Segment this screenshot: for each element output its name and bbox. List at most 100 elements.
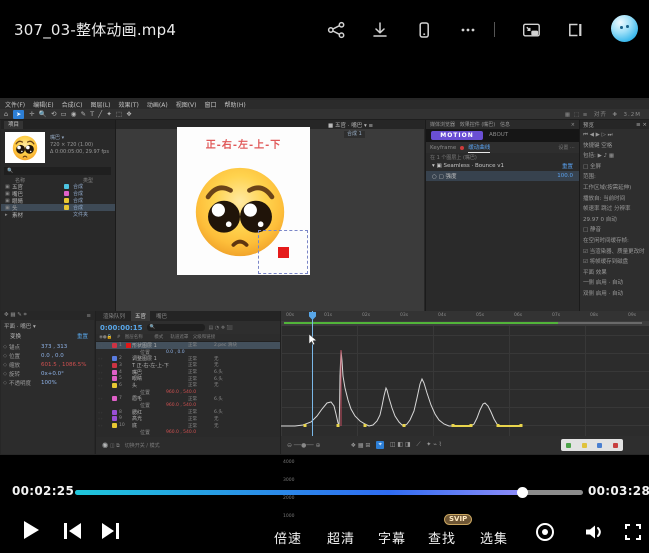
composition-icon: ▣ <box>5 205 12 211</box>
ae-menu-item: 帮助(H) <box>225 100 246 109</box>
timeline-column-headers: ◉●🔒 # 图层名称 模式 轨道遮罩 父级和链接 <box>96 334 281 342</box>
preview-panel-row: ☑ 当渲染器、质量更改时 <box>580 247 649 258</box>
mouse-cursor <box>308 333 318 346</box>
layer-toggles: ◦◦ <box>96 416 112 421</box>
video-title: 307_03-整体动画.mp4 <box>14 19 176 40</box>
home-icon: ⌂ <box>4 110 8 118</box>
preview-panel-row: 平面 效果 <box>580 268 649 279</box>
record-button[interactable] <box>536 523 554 541</box>
project-tab: 项目 <box>4 121 23 129</box>
emoji-thumbnail <box>12 135 38 161</box>
parent-link: 6.头 <box>214 369 248 375</box>
parent-link: 6.头 <box>214 396 248 402</box>
ae-toolbar-right: ▦ ⬚ ≡ 对齐 ✚ 3.2M <box>565 110 641 118</box>
device-icon <box>414 20 434 40</box>
ae-menu-item: 效果(T) <box>119 100 139 109</box>
more-button[interactable] <box>457 19 479 41</box>
share-button[interactable] <box>325 19 347 41</box>
blend-mode: 正常 <box>188 362 214 368</box>
layer-row: ◦◦ 7 眉毛 正常 6.头 <box>96 396 281 403</box>
playhead-line <box>312 311 313 436</box>
svip-badge: SVIP <box>444 514 472 525</box>
subtitles-button[interactable]: 字幕 <box>378 528 406 547</box>
pip-button[interactable] <box>520 19 542 41</box>
video-surface[interactable]: 文件(F)编辑(E)合成(C)图层(L)效果(T)动画(A)视图(V)窗口帮助(… <box>0 98 649 455</box>
progress-fill <box>75 490 523 495</box>
layer-color-chip <box>112 396 117 401</box>
keyframe-diamond-icon: ◇ <box>1 371 9 377</box>
effects-property-value: 100.0 <box>557 173 573 179</box>
blend-mode: 正常 <box>188 409 214 415</box>
volume-button[interactable] <box>583 522 605 542</box>
layer-row: ◦◦ 9 高光 正常 无 <box>96 416 281 423</box>
previous-button[interactable] <box>64 523 81 539</box>
panel-menu-icon: ≡ <box>86 313 91 319</box>
layer-color-chip <box>112 383 117 388</box>
layer-color-chip <box>112 410 117 415</box>
ruler-tick-label: 06s <box>514 313 522 318</box>
transform-property-row: ◇ 位置 0.0 , 0.0 <box>1 351 94 360</box>
speed-graph-plot: 40003000200010000 <box>281 326 649 436</box>
fullscreen-button[interactable] <box>624 523 642 541</box>
graph-editor: 00s01s02s03s04s05s06s07s08s09s 400030002… <box>280 311 649 454</box>
project-thumbnail <box>5 132 45 163</box>
popout-button[interactable] <box>564 19 586 41</box>
keyframe-diamond-icon: ◇ <box>1 353 9 359</box>
popout-icon <box>565 20 585 40</box>
blend-mode: 正常 <box>188 396 214 402</box>
transform-property-list: ◇ 锚点 373 , 313 ◇ 位置 0.0 , 0.0 ◇ 缩放 601.5… <box>1 342 94 387</box>
assistant-ball[interactable] <box>611 15 638 42</box>
layer-color-chip <box>112 356 117 361</box>
parent-link: 无 <box>214 382 248 388</box>
keyframe-diamond-icon: ◇ <box>1 362 9 368</box>
property-value: 601.5 , 1086.5% <box>41 362 86 368</box>
keyframe-diamond-icon: ◇ <box>1 380 9 386</box>
graph-tool-icons: ❖ ▦ ⊞ <box>351 442 371 449</box>
preset-row: Keyframe 缓动曲线 设置 ⋯ <box>426 142 579 153</box>
ruler-tick-label: 09s <box>628 313 636 318</box>
layer-toggles: ◦◦ <box>96 423 112 428</box>
layer-number: 1 <box>119 343 126 348</box>
property-label: 缩放 <box>9 361 41 369</box>
effects-property-name: ▾ ▣ Seamless · Bounce v1 <box>432 163 504 169</box>
quality-button[interactable]: 超清 <box>327 528 355 547</box>
parent-link: 无 <box>214 362 248 368</box>
download-icon <box>370 20 390 40</box>
layer-row: ◦◦ 6 头 正常 无 <box>96 382 281 389</box>
selection-tool-icon: ➤ <box>13 110 24 119</box>
pip-icon <box>521 20 542 40</box>
composition-icon: ▸ <box>5 212 12 218</box>
record-dot-icon <box>460 146 464 150</box>
project-item-type: 合成 <box>73 197 83 204</box>
project-panel: 项目 <box>1 120 116 311</box>
effects-property-row: ○ ▢ 强度 100.0 <box>426 171 579 181</box>
current-time: 00:02:25 <box>12 484 74 498</box>
composition-canvas: 正-右-左-上-下 <box>177 127 310 275</box>
progress-bar[interactable] <box>75 490 583 495</box>
layer-row: ◦◦ 5 眼睛 正常 6.头 <box>96 375 281 382</box>
composition-badge: 合成 1 <box>344 131 365 138</box>
project-item-meta: Δ 0:00:05:00, 29.97 fps <box>50 149 109 155</box>
label-color-chip <box>64 205 69 210</box>
property-value: 960.0 , 540.0 <box>166 403 196 408</box>
work-area-range <box>284 322 558 324</box>
find-button[interactable]: 查找 <box>428 528 456 547</box>
blend-mode: 正常 <box>188 369 214 375</box>
next-button[interactable] <box>102 523 119 539</box>
ruler-tick-label: 04s <box>438 313 446 318</box>
timeline-footer: 🔘 ◫ ⧉ 切换开关 / 模式 <box>96 437 281 454</box>
preview-panel-row: 快捷键 空格 <box>580 141 649 152</box>
property-value: 960.0 , 540.0 <box>166 430 196 435</box>
play-button[interactable] <box>24 521 39 539</box>
device-button[interactable] <box>413 19 435 41</box>
layer-toggles: ◦◦ <box>96 396 112 401</box>
speed-button[interactable]: 倍速 <box>274 528 302 547</box>
episodes-button[interactable]: 选集 <box>480 528 508 547</box>
solid-swatch <box>126 410 131 415</box>
effects-panel: 媒体浏览器 效果控件 (嘴巴) 信息 × MOTION ABOUT Keyfra… <box>425 120 579 311</box>
progress-knob[interactable] <box>517 487 528 498</box>
project-item-name: 嘴巴 ▾ <box>50 134 64 141</box>
timeline-panel: 渲染队列五官嘴巴 0:00:00:15 🔍 ▤ ◔ ❖ ⬛ ◉●🔒 # 图层名称… <box>95 311 281 454</box>
download-button[interactable] <box>369 19 391 41</box>
property-value: 960.0 , 540.0 <box>166 390 196 395</box>
